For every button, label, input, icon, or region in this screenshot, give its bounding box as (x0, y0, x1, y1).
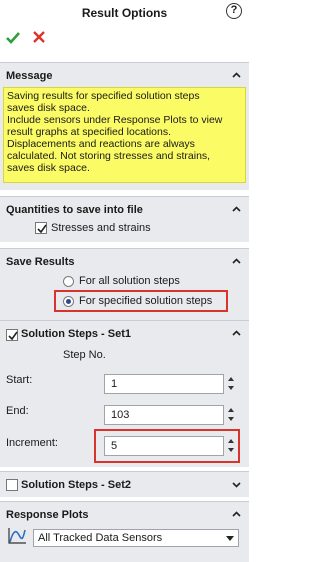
radio-all-steps[interactable] (63, 276, 74, 287)
response-plots-section: Response Plots All Tracked Data Sensors (0, 501, 249, 562)
collapse-chevron-icon[interactable] (232, 205, 241, 214)
radio-specified-steps[interactable] (63, 296, 74, 307)
checkmark-icon (8, 331, 18, 341)
dropdown-arrow-icon[interactable] (226, 536, 234, 541)
set2-heading: Solution Steps - Set2 (21, 479, 132, 491)
start-label: Start: (6, 374, 33, 386)
save-results-heading: Save Results (6, 256, 75, 268)
spin-up-icon[interactable] (228, 439, 234, 443)
start-input[interactable]: 1 (104, 374, 224, 394)
expand-chevron-icon[interactable] (232, 480, 241, 489)
collapse-chevron-icon[interactable] (232, 329, 241, 338)
end-input[interactable]: 103 (104, 405, 224, 425)
save-results-section: Save Results For all solution steps For … (0, 248, 249, 320)
sensor-select[interactable]: All Tracked Data Sensors (33, 529, 239, 547)
spin-up-icon[interactable] (228, 408, 234, 412)
sensor-select-value: All Tracked Data Sensors (38, 532, 163, 544)
end-label: End: (6, 405, 29, 417)
increment-input[interactable]: 5 (104, 436, 224, 456)
page-title: Result Options (81, 6, 168, 20)
stresses-strains-checkbox[interactable] (35, 222, 47, 234)
solution-steps-set2-section: Solution Steps - Set2 (0, 471, 249, 497)
ok-checkmark-icon[interactable] (6, 31, 20, 45)
set2-checkbox[interactable] (6, 479, 18, 491)
step-no-label: Step No. (63, 349, 106, 361)
spin-down-icon[interactable] (228, 417, 234, 421)
radio-specified-steps-label: For specified solution steps (79, 295, 213, 307)
set1-heading: Solution Steps - Set1 (21, 328, 132, 340)
collapse-chevron-icon[interactable] (232, 257, 241, 266)
help-icon[interactable]: ? (226, 3, 242, 19)
message-section: Message Saving results for specified sol… (0, 62, 249, 190)
increment-label: Increment: (6, 437, 58, 449)
property-manager-header: Result Options ? (0, 0, 249, 58)
spin-down-icon[interactable] (228, 386, 234, 390)
quantities-section: Quantities to save into file Stresses an… (0, 196, 249, 242)
message-text: Saving results for specified solution st… (3, 87, 246, 183)
spin-up-icon[interactable] (228, 377, 234, 381)
collapse-chevron-icon[interactable] (232, 71, 241, 80)
set1-checkbox[interactable] (6, 329, 18, 341)
spin-down-icon[interactable] (228, 448, 234, 452)
cancel-x-icon[interactable] (33, 31, 45, 43)
response-plots-heading: Response Plots (6, 509, 89, 521)
quantities-heading: Quantities to save into file (6, 204, 143, 216)
stresses-strains-label: Stresses and strains (51, 222, 151, 234)
start-spinner[interactable] (226, 374, 237, 394)
solution-steps-set1-section: Solution Steps - Set1 Step No. Start: 1 … (0, 320, 249, 467)
radio-all-steps-label: For all solution steps (79, 275, 180, 287)
collapse-chevron-icon[interactable] (232, 510, 241, 519)
increment-spinner[interactable] (226, 436, 237, 456)
graph-icon (8, 528, 26, 544)
end-spinner[interactable] (226, 405, 237, 425)
checkmark-icon (37, 224, 47, 234)
message-heading: Message (6, 70, 53, 82)
